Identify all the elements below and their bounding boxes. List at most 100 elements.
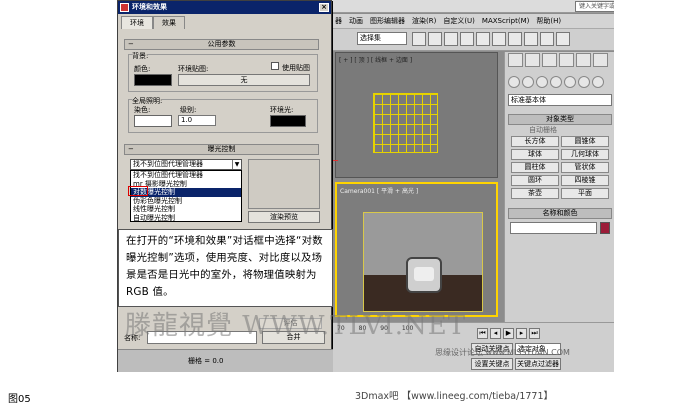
exposure-dropdown-list: 找不到位图代理管理器 mr 摄影曝光控制 对数曝光控制 伪彩色曝光控制 线性曝光… (130, 170, 242, 222)
command-panel-tabs (508, 53, 608, 67)
max-title-bar: 键入关键字或短语 (327, 0, 614, 13)
set-key-button[interactable]: 设置关键点 (471, 358, 513, 370)
rollout-title: 曝光控制 (207, 145, 236, 153)
render-frame-icon[interactable] (524, 32, 538, 46)
cylinder-button[interactable]: 圆柱体 (511, 162, 559, 173)
env-map-label: 环境贴图: (178, 65, 209, 73)
color-label: 颜色: (134, 65, 151, 73)
systems-icon[interactable] (592, 76, 604, 88)
object-color-swatch[interactable] (600, 222, 610, 234)
common-params-rollout[interactable]: − 公用参数 (124, 39, 319, 50)
tint-color-swatch[interactable] (134, 115, 172, 127)
tab-environment[interactable]: 环境 (121, 16, 153, 29)
material-editor-icon[interactable] (492, 32, 506, 46)
level-spinner[interactable]: 1.0 (178, 115, 216, 126)
render-icon[interactable] (540, 32, 554, 46)
main-toolbar: 选择集 (327, 29, 614, 51)
object-name-input[interactable] (510, 222, 597, 234)
curve-editor-icon[interactable] (460, 32, 474, 46)
use-map-label: 使用贴图 (282, 64, 310, 72)
goto-end-icon[interactable]: ⏭ (529, 328, 540, 339)
schematic-icon[interactable] (476, 32, 490, 46)
display-tab-icon[interactable] (576, 53, 591, 67)
shapes-icon[interactable] (522, 76, 534, 88)
viewport-camera[interactable]: Camera001 [ 平滑 + 高光 ] (335, 182, 498, 317)
helpers-icon[interactable] (564, 76, 576, 88)
tab-effects[interactable]: 效果 (153, 16, 185, 29)
exposure-type-dropdown[interactable]: 找不到位图代理管理器 ▼ (130, 159, 242, 170)
dropdown-option[interactable]: 找不到位图代理管理器 (131, 171, 241, 180)
watermark: 滕龍視覺 WWW.TLVI.NET (125, 311, 467, 341)
background-color-swatch[interactable] (134, 74, 172, 86)
cameras-icon[interactable] (550, 76, 562, 88)
rollout-title: 公用参数 (207, 40, 236, 48)
render-setup-icon[interactable] (508, 32, 522, 46)
use-map-checkbox[interactable] (271, 62, 279, 70)
chevron-down-icon[interactable]: ▼ (232, 160, 241, 169)
cone-button[interactable]: 圆锥体 (561, 136, 609, 147)
motion-tab-icon[interactable] (559, 53, 574, 67)
render-preview-button[interactable]: 渲染预览 (248, 211, 320, 223)
object-type-rollout[interactable]: 对象类型 (508, 114, 612, 125)
tint-label: 染色: (134, 106, 151, 114)
menu-item[interactable]: 器 (335, 14, 342, 28)
collapse-icon: − (128, 40, 134, 48)
screenshot: 键入关键字或短语 器 动画 图形编辑器 渲染(R) 自定义(U) MAXScri… (117, 0, 614, 372)
dropdown-option[interactable]: 自动曝光控制 (131, 214, 241, 223)
geosphere-button[interactable]: 几何球体 (561, 149, 609, 160)
menu-item-rendering[interactable]: 渲染(R) (412, 14, 436, 28)
dialog-tabs: 环境 效果 (121, 16, 185, 29)
close-icon[interactable]: × (319, 3, 329, 12)
mirror-icon[interactable] (412, 32, 426, 46)
teapot-button[interactable]: 茶壶 (511, 188, 559, 199)
collapse-icon: − (128, 145, 134, 153)
ambient-color-swatch[interactable] (270, 115, 306, 127)
goto-start-icon[interactable]: ⏮ (477, 328, 488, 339)
box-button[interactable]: 长方体 (511, 136, 559, 147)
credit-text: 3Dmax吧 【www.lineeg.com/tieba/1771】 (355, 391, 554, 402)
exposure-rollout[interactable]: − 曝光控制 (124, 144, 319, 155)
next-frame-icon[interactable]: ▸ (516, 328, 527, 339)
menu-item-help[interactable]: 帮助(H) (536, 14, 561, 28)
tube-button[interactable]: 管状体 (561, 162, 609, 173)
create-tab-icon[interactable] (508, 53, 523, 67)
exposure-preview (248, 159, 320, 209)
menu-bar: 器 动画 图形编辑器 渲染(R) 自定义(U) MAXScript(M) 帮助(… (327, 14, 614, 29)
torus-button[interactable]: 圆环 (511, 175, 559, 186)
viewport-label: Camera001 [ 平滑 + 高光 ] (340, 188, 419, 195)
watermark-secondary: 思缘设计论坛 www.MISSYUAN.COM (435, 348, 570, 357)
search-input[interactable]: 键入关键字或短语 (575, 1, 614, 12)
modify-tab-icon[interactable] (525, 53, 540, 67)
env-map-button[interactable]: 无 (178, 74, 310, 86)
teapot-render-icon[interactable] (556, 32, 570, 46)
utilities-tab-icon[interactable] (593, 53, 608, 67)
autogrid-checkbox[interactable]: 自动栅格 (529, 125, 557, 135)
menu-item-animation[interactable]: 动画 (349, 14, 363, 28)
prev-frame-icon[interactable]: ◂ (490, 328, 501, 339)
highlight-marker (128, 186, 148, 196)
layer-icon[interactable] (444, 32, 458, 46)
create-categories (508, 76, 604, 88)
viewport-top[interactable]: [ + ] [ 顶 ] [ 线框 + 边面 ] (335, 52, 498, 178)
name-color-rollout[interactable]: 名称和颜色 (508, 208, 612, 219)
menu-item-graph-editors[interactable]: 图形编辑器 (370, 14, 405, 28)
hierarchy-tab-icon[interactable] (542, 53, 557, 67)
spacewarps-icon[interactable] (578, 76, 590, 88)
red-axis-mark (332, 160, 338, 161)
menu-item-maxscript[interactable]: MAXScript(M) (482, 14, 529, 28)
geometry-icon[interactable] (508, 76, 520, 88)
play-icon[interactable]: ▶ (503, 328, 514, 339)
figure-label: 图05 (8, 394, 31, 405)
sphere-button[interactable]: 球体 (511, 149, 559, 160)
key-filters-button[interactable]: 关键点过滤器 (515, 358, 561, 370)
plane-button[interactable]: 平面 (561, 188, 609, 199)
primitive-type-dropdown[interactable]: 标准基本体 (508, 94, 612, 106)
align-icon[interactable] (428, 32, 442, 46)
dropdown-option[interactable]: 线性曝光控制 (131, 205, 241, 214)
level-label: 级别: (180, 106, 197, 114)
selection-set-dropdown[interactable]: 选择集 (357, 32, 407, 45)
lights-icon[interactable] (536, 76, 548, 88)
dropdown-option[interactable]: 伪彩色曝光控制 (131, 197, 241, 206)
pyramid-button[interactable]: 四棱锥 (561, 175, 609, 186)
menu-item-customize[interactable]: 自定义(U) (443, 14, 475, 28)
